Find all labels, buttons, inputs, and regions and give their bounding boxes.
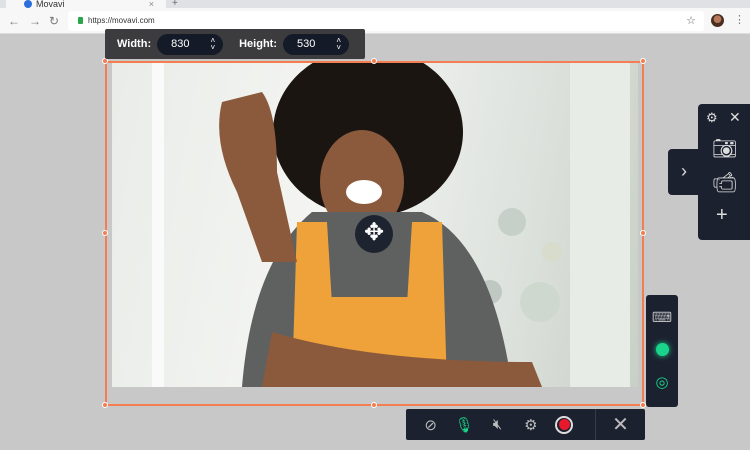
screenshot-camera-icon[interactable]: 📷︎	[712, 136, 737, 161]
height-label: Height:	[239, 38, 277, 50]
move-handle-icon[interactable]: ✥	[355, 215, 393, 253]
height-spin-icon[interactable]: ˄ ˅	[336, 37, 341, 52]
menu-icon[interactable]: ⋮	[734, 13, 745, 26]
capture-side-panel: ⚙ ✕ 📷︎ 📹︎ +	[698, 104, 750, 240]
close-icon[interactable]: ✕	[729, 109, 741, 126]
resize-handle-bottom[interactable]	[371, 402, 377, 408]
microphone-icon[interactable]: 🎙︎	[447, 416, 480, 434]
resize-handle-right[interactable]	[640, 230, 646, 236]
record-button[interactable]	[548, 415, 581, 434]
system-audio-off-icon[interactable]: 🔇︎	[481, 416, 514, 433]
back-icon[interactable]: ←	[8, 14, 20, 28]
lock-icon	[78, 17, 83, 24]
mouse-highlight-icon[interactable]	[646, 343, 678, 361]
avatar[interactable]	[711, 14, 724, 27]
height-stepper[interactable]: 530 ˄ ˅	[283, 33, 349, 55]
browser-tab[interactable]: Movavi ×	[6, 0, 166, 10]
resize-handle-bottom-left[interactable]	[102, 402, 108, 408]
height-value[interactable]: 530	[297, 38, 315, 50]
settings-icon[interactable]: ⚙	[514, 416, 547, 434]
resize-handle-left[interactable]	[102, 230, 108, 236]
keyboard-icon[interactable]: ⌨	[646, 309, 678, 326]
effects-panel: ⌨ ◎	[646, 295, 678, 407]
url-input[interactable]: https://movavi.com ☆	[68, 11, 704, 31]
width-value[interactable]: 830	[171, 38, 189, 50]
browser-tab-strip: Movavi × +	[0, 0, 750, 10]
resize-handle-top-right[interactable]	[640, 58, 646, 64]
new-tab-button[interactable]: +	[172, 0, 178, 9]
settings-icon[interactable]: ⚙	[706, 110, 718, 126]
click-effect-icon[interactable]: ◎	[646, 373, 678, 391]
close-icon[interactable]: ✕	[596, 412, 645, 437]
forward-icon[interactable]: →	[29, 14, 41, 28]
size-toolbar: Width: 830 ˄ ˅ Height: 530 ˄ ˅	[105, 29, 365, 59]
url-text: https://movavi.com	[88, 16, 155, 25]
add-icon[interactable]: +	[716, 204, 728, 227]
video-camera-icon[interactable]: 📹︎	[712, 170, 737, 195]
width-spin-icon[interactable]: ˄ ˅	[210, 37, 215, 52]
recording-toolbar: ⊘ 🎙︎ 🔇︎ ⚙ ✕	[406, 409, 645, 440]
favicon-icon	[24, 0, 32, 8]
reload-icon[interactable]: ↻	[49, 14, 59, 28]
bookmark-star-icon[interactable]: ☆	[686, 14, 696, 27]
resize-handle-top[interactable]	[371, 58, 377, 64]
width-stepper[interactable]: 830 ˄ ˅	[157, 33, 224, 55]
tab-close-icon[interactable]: ×	[149, 0, 154, 9]
expand-panel-button[interactable]: ›	[668, 149, 700, 195]
width-label: Width:	[117, 38, 152, 50]
tab-title: Movavi	[36, 0, 65, 9]
webcam-off-icon[interactable]: ⊘	[414, 416, 447, 434]
